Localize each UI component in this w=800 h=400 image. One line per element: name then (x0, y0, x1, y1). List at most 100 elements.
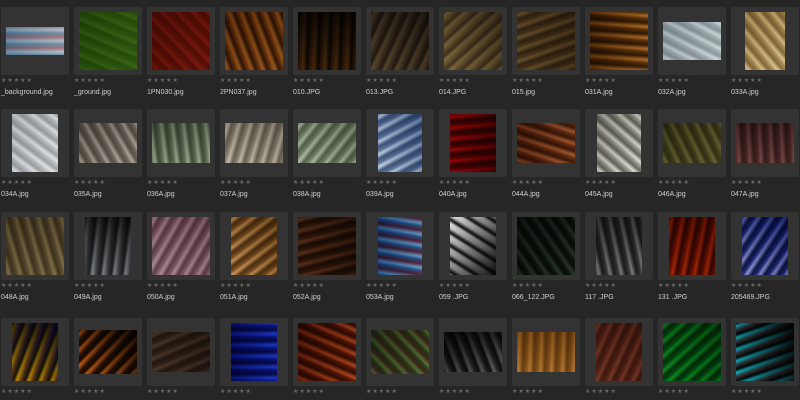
thumbnail-frame[interactable] (366, 109, 434, 177)
thumbnail-frame[interactable] (147, 7, 215, 75)
thumbnail-image-copper-silk[interactable] (517, 123, 575, 163)
rating-stars[interactable]: ★★★★★ (366, 388, 398, 396)
thumbnail-frame[interactable] (585, 318, 653, 386)
thumbnail-image-orange-bark[interactable] (669, 217, 715, 275)
thumbnail-frame[interactable] (439, 7, 507, 75)
thumbnail-item[interactable]: ★★★★★ 031A.jpg (585, 7, 653, 103)
rating-stars[interactable]: ★★★★★ (658, 179, 690, 187)
thumbnail-item[interactable]: ★★★★★ 035A.jpg (74, 109, 142, 205)
thumbnail-item[interactable]: ★★★★★ 037A.jpg (220, 109, 288, 205)
thumbnail-frame[interactable] (293, 7, 361, 75)
rating-stars[interactable]: ★★★★★ (585, 388, 617, 396)
thumbnail-item[interactable]: ★★★★★ (1, 318, 69, 400)
rating-stars[interactable]: ★★★★★ (731, 388, 763, 396)
thumbnail-frame[interactable] (512, 318, 580, 386)
thumbnail-item[interactable]: ★★★★★ 049A.jpg (74, 212, 142, 308)
thumbnail-image-beige-crumple[interactable] (6, 217, 64, 275)
thumbnail-frame[interactable] (366, 212, 434, 280)
thumbnail-frame[interactable] (731, 318, 799, 386)
thumbnail-item[interactable]: ★★★★★ 205469.JPG (731, 212, 799, 308)
thumbnail-frame[interactable] (658, 109, 726, 177)
rating-stars[interactable]: ★★★★★ (731, 77, 763, 85)
rating-stars[interactable]: ★★★★★ (731, 179, 763, 187)
rating-stars[interactable]: ★★★★★ (1, 282, 33, 290)
thumbnail-item[interactable]: ★★★★★ (220, 318, 288, 400)
thumbnail-frame[interactable] (147, 212, 215, 280)
thumbnail-item[interactable]: ★★★★★ 053A.jpg (366, 212, 434, 308)
rating-stars[interactable]: ★★★★★ (220, 282, 252, 290)
thumbnail-item[interactable]: ★★★★★ 015.jpg (512, 7, 580, 103)
rating-stars[interactable]: ★★★★★ (439, 179, 471, 187)
rating-stars[interactable]: ★★★★★ (439, 388, 471, 396)
thumbnail-frame[interactable] (1, 318, 69, 386)
thumbnail-image-cow-spots[interactable] (450, 217, 496, 275)
rating-stars[interactable]: ★★★★★ (1, 179, 33, 187)
thumbnail-frame[interactable] (585, 109, 653, 177)
rating-stars[interactable]: ★★★★★ (658, 282, 690, 290)
thumbnail-frame[interactable] (74, 7, 142, 75)
thumbnail-image-pebble-gravel[interactable] (371, 12, 429, 70)
thumbnail-item[interactable]: ★★★★★ (293, 318, 361, 400)
thumbnail-frame[interactable] (731, 7, 799, 75)
thumbnail-item[interactable]: ★★★★★ 052A.jpg (293, 212, 361, 308)
rating-stars[interactable]: ★★★★★ (366, 77, 398, 85)
thumbnail-frame[interactable] (439, 212, 507, 280)
thumbnail-frame[interactable] (658, 318, 726, 386)
thumbnail-item[interactable]: ★★★★★ (74, 318, 142, 400)
thumbnail-item[interactable]: ★★★★★ 048A.jpg (1, 212, 69, 308)
thumbnail-item[interactable]: ★★★★★ 013.JPG (366, 7, 434, 103)
thumbnail-frame[interactable] (1, 7, 69, 75)
thumbnail-frame[interactable] (293, 109, 361, 177)
thumbnail-image-gray-floral[interactable] (596, 217, 642, 275)
thumbnail-frame[interactable] (366, 7, 434, 75)
thumbnail-image-red-curtain[interactable] (152, 12, 210, 70)
rating-stars[interactable]: ★★★★★ (439, 282, 471, 290)
rating-stars[interactable]: ★★★★★ (512, 388, 544, 396)
thumbnail-frame[interactable] (439, 318, 507, 386)
thumbnail-frame[interactable] (658, 7, 726, 75)
thumbnail-item[interactable]: ★★★★★ 038A.jpg (293, 109, 361, 205)
thumbnail-image-lace[interactable] (79, 123, 137, 163)
thumbnail-frame[interactable] (585, 212, 653, 280)
thumbnail-image-brown-wrinkle[interactable] (298, 217, 356, 275)
thumbnail-item[interactable]: ★★★★★ (731, 318, 799, 400)
rating-stars[interactable]: ★★★★★ (1, 388, 33, 396)
thumbnail-image-pool-light[interactable] (736, 323, 794, 381)
thumbnail-frame[interactable] (147, 109, 215, 177)
thumbnail-frame[interactable] (585, 7, 653, 75)
rating-stars[interactable]: ★★★★★ (293, 77, 325, 85)
rating-stars[interactable]: ★★★★★ (147, 388, 179, 396)
thumbnail-image-blue-red-silk[interactable] (378, 217, 422, 275)
thumbnail-image-straw[interactable] (517, 12, 575, 70)
thumbnail-item[interactable]: ★★★★★ (658, 318, 726, 400)
thumbnail-image-blue-drape[interactable] (378, 114, 422, 172)
thumbnail-item[interactable]: ★★★★★ 010.JPG (293, 7, 361, 103)
thumbnail-image-mint-lace[interactable] (298, 123, 356, 163)
rating-stars[interactable]: ★★★★★ (220, 77, 252, 85)
thumbnail-image-tiger-stripe[interactable] (79, 330, 137, 374)
thumbnail-image-green-glass[interactable] (663, 323, 721, 381)
rating-stars[interactable]: ★★★★★ (439, 77, 471, 85)
thumbnail-item[interactable]: ★★★★★ 047A.jpg (731, 109, 799, 205)
thumbnail-image-grass[interactable] (79, 12, 137, 70)
rating-stars[interactable]: ★★★★★ (658, 388, 690, 396)
rating-stars[interactable]: ★★★★★ (293, 179, 325, 187)
rating-stars[interactable]: ★★★★★ (220, 179, 252, 187)
thumbnail-image-sand[interactable] (517, 332, 575, 372)
thumbnail-image-green-lace[interactable] (152, 123, 210, 163)
thumbnail-item[interactable]: ★★★★★ 034A.jpg (1, 109, 69, 205)
thumbnail-item[interactable]: ★★★★★ (585, 318, 653, 400)
thumbnail-item[interactable]: ★★★★★ 059 .JPG (439, 212, 507, 308)
thumbnail-item[interactable]: ★★★★★ 117 .JPG (585, 212, 653, 308)
thumbnail-image-dry-twigs[interactable] (444, 12, 502, 70)
thumbnail-item[interactable]: ★★★★★ 033A.jpg (731, 7, 799, 103)
rating-stars[interactable]: ★★★★★ (74, 388, 106, 396)
thumbnail-frame[interactable] (1, 109, 69, 177)
rating-stars[interactable]: ★★★★★ (512, 77, 544, 85)
rating-stars[interactable]: ★★★★★ (147, 179, 179, 187)
rating-stars[interactable]: ★★★★★ (147, 77, 179, 85)
thumbnail-image-gold-satin[interactable] (590, 12, 648, 70)
thumbnail-image-cream-drape[interactable] (745, 12, 785, 70)
rating-stars[interactable]: ★★★★★ (585, 179, 617, 187)
thumbnail-image-white-fold[interactable] (12, 114, 58, 172)
